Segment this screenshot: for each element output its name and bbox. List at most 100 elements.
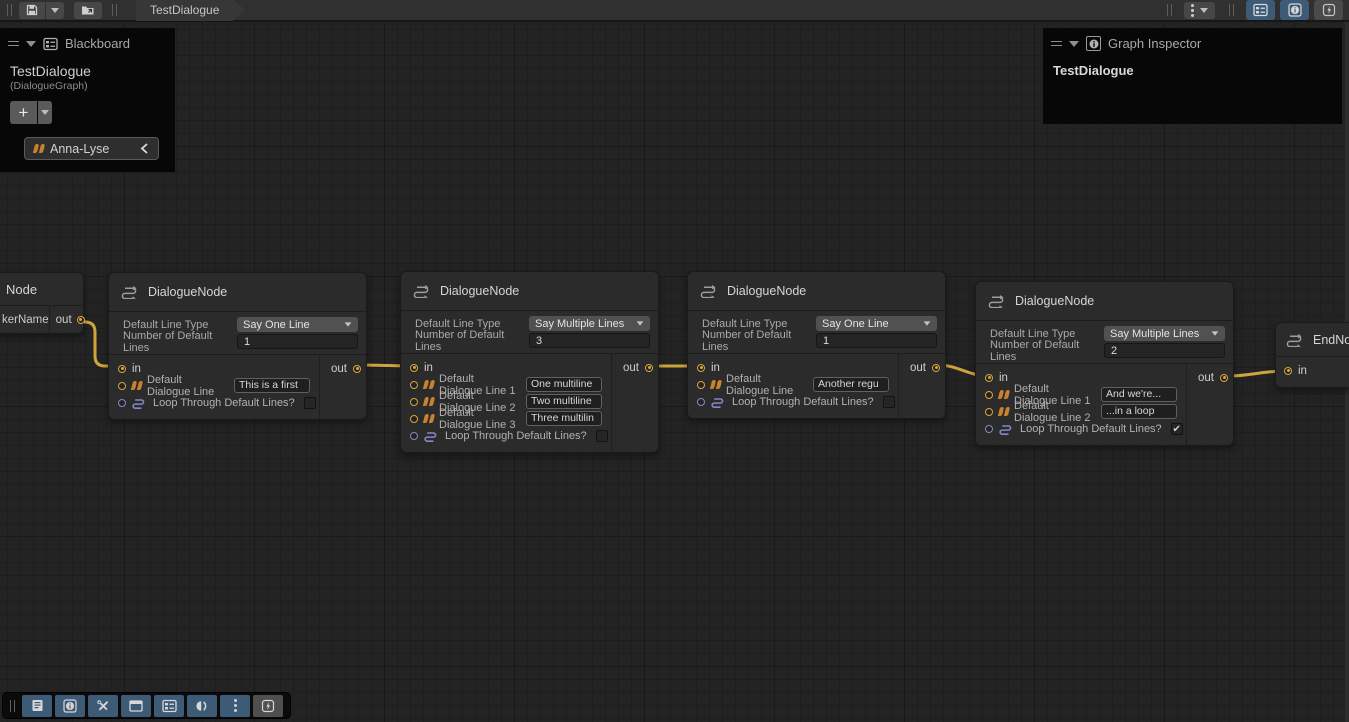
tab-testdialogue[interactable]: TestDialogue bbox=[136, 0, 245, 21]
dialogue-line-port[interactable] bbox=[410, 415, 418, 423]
line-type-dropdown[interactable]: Say One Line bbox=[816, 316, 937, 331]
collapse-arrow-icon[interactable] bbox=[1069, 41, 1079, 47]
loop-port[interactable] bbox=[118, 399, 126, 407]
node-title-bar[interactable]: EndNode bbox=[1276, 323, 1349, 357]
dialogue-node-1[interactable]: DialogueNode Default Line Type Say One L… bbox=[108, 272, 367, 420]
dialogue-line-field[interactable]: One multiline bbox=[526, 377, 602, 392]
preview-button[interactable] bbox=[187, 695, 217, 717]
dialogue-line-field[interactable]: Another regu bbox=[813, 377, 889, 392]
in-port[interactable] bbox=[410, 364, 418, 372]
dialogue-line-port[interactable] bbox=[697, 381, 705, 389]
dialogue-line-port[interactable] bbox=[118, 382, 126, 390]
out-port[interactable] bbox=[645, 364, 653, 372]
toggle-blackboard-button[interactable] bbox=[1246, 0, 1275, 20]
blackboard-field[interactable]: Anna-Lyse bbox=[24, 137, 159, 160]
out-port[interactable] bbox=[77, 316, 85, 324]
drag-handle-icon[interactable] bbox=[8, 41, 19, 46]
num-lines-field[interactable]: 1 bbox=[237, 334, 358, 349]
node-title-bar[interactable]: Node bbox=[0, 273, 83, 306]
line-type-dropdown[interactable]: Say One Line bbox=[237, 317, 358, 332]
in-port-label: in bbox=[1298, 365, 1307, 377]
out-port[interactable] bbox=[353, 365, 361, 373]
line-type-value: Say Multiple Lines bbox=[535, 318, 624, 330]
save-dropdown-button[interactable] bbox=[46, 2, 64, 19]
save-button[interactable] bbox=[19, 2, 45, 19]
dialogue-node-4[interactable]: DialogueNode Default Line Type Say Multi… bbox=[975, 281, 1234, 446]
document-button[interactable] bbox=[22, 695, 52, 717]
dialogue-line-field[interactable]: This is a first bbox=[234, 378, 310, 393]
more-options-button[interactable] bbox=[220, 695, 250, 717]
blackboard-panel: Blackboard TestDialogue (DialogueGraph) … bbox=[0, 28, 175, 172]
dialogue-line-field[interactable]: Three multilin bbox=[526, 411, 602, 426]
dialogue-line-field[interactable]: And we're... bbox=[1101, 387, 1177, 402]
dialogue-line-field[interactable]: Two multiline bbox=[526, 394, 602, 409]
quote-icon bbox=[34, 144, 43, 153]
loop-port[interactable] bbox=[985, 425, 993, 433]
toggle-preview-button[interactable] bbox=[1314, 0, 1343, 20]
node-title-bar[interactable]: DialogueNode bbox=[688, 272, 945, 311]
inspector-selection: TestDialogue bbox=[1043, 55, 1342, 78]
panel-title: Blackboard bbox=[65, 36, 130, 51]
dialogue-node-3[interactable]: DialogueNode Default Line Type Say One L… bbox=[687, 271, 946, 419]
num-lines-field[interactable]: 3 bbox=[529, 333, 650, 348]
in-port[interactable] bbox=[985, 374, 993, 382]
dialogue-line-port[interactable] bbox=[985, 391, 993, 399]
window-icon bbox=[129, 700, 143, 712]
dialogue-line-field[interactable]: ...in a loop bbox=[1101, 404, 1177, 419]
add-variable-dropdown[interactable] bbox=[38, 101, 52, 124]
loop-checkbox[interactable] bbox=[304, 397, 316, 409]
out-port[interactable] bbox=[932, 364, 940, 372]
end-node[interactable]: EndNode in bbox=[1275, 322, 1349, 388]
line-type-dropdown[interactable]: Say Multiple Lines bbox=[1104, 326, 1225, 341]
open-asset-button[interactable] bbox=[74, 2, 102, 19]
dialogue-graph-editor: Node kerName out DialogueNode Default Li… bbox=[0, 0, 1349, 722]
node-title-bar[interactable]: DialogueNode bbox=[109, 273, 366, 312]
tools-button[interactable] bbox=[88, 695, 118, 717]
node-title-bar[interactable]: DialogueNode bbox=[976, 282, 1233, 321]
chevron-down-icon bbox=[924, 321, 931, 325]
loop-icon bbox=[711, 396, 726, 408]
loop-checkbox[interactable] bbox=[596, 430, 608, 442]
dialogue-line-label: Default Dialogue Line 2 bbox=[1014, 400, 1095, 424]
loop-label: Loop Through Default Lines? bbox=[1020, 423, 1162, 435]
loop-checkbox[interactable]: ✔ bbox=[1171, 423, 1183, 435]
toolbar-separator bbox=[1167, 4, 1172, 16]
dialogue-line-port[interactable] bbox=[410, 381, 418, 389]
line-type-dropdown[interactable]: Say Multiple Lines bbox=[529, 316, 650, 331]
toolbar-handle-icon[interactable] bbox=[7, 4, 12, 16]
num-lines-field[interactable]: 1 bbox=[816, 333, 937, 348]
loop-checkbox[interactable] bbox=[883, 396, 895, 408]
quote-icon bbox=[424, 414, 433, 423]
more-options-button[interactable] bbox=[1184, 2, 1215, 19]
chevron-down-icon bbox=[41, 110, 49, 115]
add-variable-button[interactable]: + bbox=[10, 101, 37, 124]
in-port[interactable] bbox=[697, 364, 705, 372]
in-port[interactable] bbox=[1284, 367, 1292, 375]
open-folder-icon bbox=[81, 4, 95, 16]
collapse-chevron-icon[interactable] bbox=[140, 143, 149, 154]
capsule-bolt-button[interactable] bbox=[253, 695, 283, 717]
dialogue-line-port[interactable] bbox=[410, 398, 418, 406]
num-lines-value: 2 bbox=[1111, 345, 1117, 357]
collapse-arrow-icon[interactable] bbox=[26, 41, 36, 47]
dialogue-line-port[interactable] bbox=[985, 408, 993, 416]
toggle-inspector-button[interactable] bbox=[1280, 0, 1309, 20]
node-title: Node bbox=[6, 282, 37, 297]
num-lines-field[interactable]: 2 bbox=[1104, 343, 1225, 358]
toolbar-handle-icon[interactable] bbox=[10, 700, 15, 712]
blackboard-button[interactable] bbox=[154, 695, 184, 717]
node-title-bar[interactable]: DialogueNode bbox=[401, 272, 658, 311]
speaker-node[interactable]: Node kerName out bbox=[0, 272, 84, 334]
info-button[interactable] bbox=[55, 695, 85, 717]
dialogue-line-label: Default Dialogue Line bbox=[726, 373, 807, 397]
info-icon bbox=[1288, 3, 1302, 17]
drag-handle-icon[interactable] bbox=[1051, 41, 1062, 46]
out-port[interactable] bbox=[1220, 374, 1228, 382]
window-button[interactable] bbox=[121, 695, 151, 717]
dialogue-node-2[interactable]: DialogueNode Default Line Type Say Multi… bbox=[400, 271, 659, 453]
loop-label: Loop Through Default Lines? bbox=[445, 430, 587, 442]
in-port[interactable] bbox=[118, 365, 126, 373]
line-type-value: Say Multiple Lines bbox=[1110, 328, 1199, 340]
loop-port[interactable] bbox=[697, 398, 705, 406]
loop-port[interactable] bbox=[410, 432, 418, 440]
